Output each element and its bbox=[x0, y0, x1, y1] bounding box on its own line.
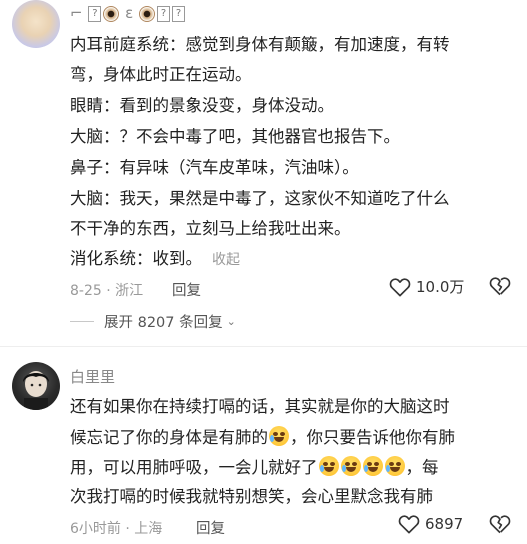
laughing-tears-emoji-icon bbox=[362, 456, 383, 476]
comment-text-segment: 用，可以用肺呼吸，一会儿就好了 bbox=[70, 458, 318, 477]
laughing-tears-emoji-icon bbox=[340, 456, 361, 476]
comment-text-line: 大脑：我天，果然是中毒了，这家伙不知道吃了什么 bbox=[70, 189, 450, 208]
avatar-figure bbox=[23, 371, 49, 410]
username-glyph-4: ? bbox=[157, 5, 171, 22]
comment-text-line: 次我打嗝的时候我就特别想笑，会心里默念我有肺 bbox=[70, 487, 433, 506]
comment-text-last: 消化系统：收到。 bbox=[70, 249, 202, 268]
avatar[interactable] bbox=[12, 362, 60, 410]
eye-emoji-icon bbox=[139, 5, 156, 22]
comment-text-line: 候忘记了你的身体是有肺的 ，你只要告诉他你有肺 bbox=[70, 426, 455, 449]
comment-text-segment: ，你只要告诉他你有肺 bbox=[290, 428, 455, 447]
comment-time-location: 6小时前 · 上海 bbox=[70, 521, 163, 537]
eye-emoji-icon bbox=[103, 5, 120, 22]
comment-text-line: 内耳前庭系统：感觉到身体有颠簸，有加速度，有转 bbox=[70, 35, 450, 54]
heart-outline-icon bbox=[389, 277, 411, 296]
comment-date-location: 8-25 · 浙江 bbox=[70, 283, 144, 299]
username-glyph-5: ? bbox=[172, 5, 186, 22]
comment-text-line: 眼睛：看到的景象没变，身体没动。 bbox=[70, 96, 334, 115]
comment-text-line: 消化系统：收到。 收起 bbox=[70, 248, 240, 271]
avatar[interactable] bbox=[12, 0, 60, 48]
comment-text-line: 大脑：？不会中毒了吧，其他器官也报告下。 bbox=[70, 127, 400, 146]
heart-outline-icon bbox=[398, 515, 420, 534]
laughing-tears-emoji-icon bbox=[318, 456, 339, 476]
laughing-tears-emoji-icon bbox=[269, 426, 289, 446]
expand-divider bbox=[70, 321, 94, 322]
divider bbox=[0, 346, 527, 347]
broken-heart-icon bbox=[489, 515, 511, 534]
dislike-button[interactable] bbox=[489, 514, 511, 534]
username[interactable]: 白里里 bbox=[70, 366, 115, 387]
username-glyph-2: ? bbox=[88, 5, 102, 22]
reply-button[interactable]: 回复 bbox=[196, 517, 225, 538]
username[interactable]: ⌐ ? ε ?? bbox=[70, 4, 186, 22]
username-glyph-1: ⌐ bbox=[70, 4, 83, 22]
comment-text-segment: 候忘记了你的身体是有肺的 bbox=[70, 428, 268, 447]
like-count: 10.0万 bbox=[416, 278, 465, 296]
reply-button[interactable]: 回复 bbox=[172, 279, 201, 300]
like-button[interactable]: 10.0万 bbox=[389, 276, 464, 297]
comment-text-segment: ，每 bbox=[405, 458, 439, 477]
collapse-button[interactable]: 收起 bbox=[212, 252, 240, 268]
comment-text-line: 鼻子：有异味（汽车皮革味，汽油味）。 bbox=[70, 158, 359, 177]
comment-text-line: 不干净的东西，立刻马上给我吐出来。 bbox=[70, 219, 351, 238]
laughing-tears-emoji-icon bbox=[384, 456, 405, 476]
chevron-down-icon: ⌄ bbox=[226, 315, 236, 328]
comment-text-line: 用，可以用肺呼吸，一会儿就好了 ，每 bbox=[70, 456, 439, 479]
broken-heart-icon bbox=[489, 277, 511, 296]
comment-text-line: 弯，身体此时正在运动。 bbox=[70, 65, 252, 84]
username-glyph-3: ε bbox=[125, 4, 134, 22]
like-count: 6897 bbox=[425, 515, 464, 533]
dislike-button[interactable] bbox=[489, 276, 511, 296]
comment-text-line: 还有如果你在持续打嗝的话，其实就是你的大脑这时 bbox=[70, 397, 450, 416]
expand-replies-button[interactable]: 展开 8207 条回复 ⌄ bbox=[70, 311, 236, 332]
expand-replies-label: 展开 8207 条回复 bbox=[104, 315, 223, 331]
like-button[interactable]: 6897 bbox=[398, 514, 463, 534]
